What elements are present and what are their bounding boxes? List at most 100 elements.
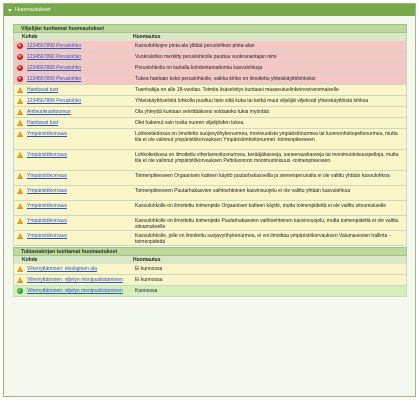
farmer-notes-table: × 1234567890 Peruslohko Kasvulohkojen pint…	[13, 41, 407, 246]
warning-icon: !	[16, 98, 23, 104]
huomautus-text: Ota yhteyttä kuntaan selvittääksesi void…	[135, 109, 269, 115]
kohde-cell: 1234567890 Peruslohko	[25, 96, 131, 106]
row-status-cell: !	[14, 264, 25, 274]
kohde-cell: Ympäristökorvaus	[25, 231, 131, 245]
kohde-link[interactable]: 1234567890 Peruslohko	[27, 43, 81, 49]
kohde-cell: 1234567890 Peruslohko	[25, 63, 131, 73]
kohde-link[interactable]: Antivuokrasitoumus	[27, 109, 71, 115]
error-icon: ×	[16, 43, 23, 49]
kohde-cell: 1234567890 Peruslohko	[25, 41, 131, 51]
warning-icon: !	[16, 203, 23, 209]
kohde-link[interactable]: 1234567890 Peruslohko	[27, 76, 81, 82]
kohde-link[interactable]: Viherryttäminen: viljelyn monipuolistami…	[27, 288, 123, 294]
huomautus-text: Tuenhakija on alle 18-vuotias. Toimita l…	[135, 87, 339, 93]
huomautus-text: Kasvulohkolle on ilmoitettu toimenpide O…	[135, 203, 386, 209]
table-row: ! Ympäristökorvaus Kasvulohkolle on ilmoit…	[13, 216, 407, 231]
table-row: × 1234567890 Peruslohko Kasvulohkojen pint…	[13, 41, 407, 52]
row-status-cell: !	[14, 171, 25, 185]
kohde-link[interactable]: Ympäristökorvaus	[27, 131, 67, 137]
kohde-link[interactable]: Ympäristökorvaus	[27, 152, 67, 158]
row-status-cell: ×	[14, 63, 25, 73]
warning-icon: !	[16, 188, 23, 194]
row-status-cell: !	[14, 96, 25, 106]
row-status-cell: !	[14, 216, 25, 230]
kohde-cell: Viherryttäminen: viljelyn monipuolistami…	[25, 286, 131, 296]
huomautus-text: Kunnossa	[135, 288, 158, 294]
row-status-cell: ✓	[14, 286, 25, 296]
row-status-cell: !	[14, 186, 25, 200]
table-row: ! Ympäristökorvaus Kasvulohkolle on ilmoit…	[13, 201, 407, 216]
warning-icon: !	[16, 218, 23, 224]
row-status-cell: !	[14, 201, 25, 215]
kohde-cell: Viherryttäminen: viljelyn monipuolistami…	[25, 275, 131, 285]
table-row: ! Ympäristökorvaus Kasvulohkolle, jolle on…	[13, 231, 407, 246]
warning-icon: !	[16, 87, 23, 93]
kohde-link[interactable]: Ympäristökorvaus	[27, 203, 67, 209]
kohde-link[interactable]: 1234567890 Peruslohko	[27, 65, 81, 71]
kohde-link[interactable]: 1234567890 Peruslohko	[27, 54, 81, 60]
col-header-huomautus: Huomautus	[133, 34, 161, 40]
row-status-cell: ×	[14, 52, 25, 62]
table-row: ! 1234567890 Peruslohko Yhteiskäyttöselvit…	[13, 96, 407, 107]
row-status-cell: !	[14, 150, 25, 170]
huomautus-text: Kasvulohkolle, jolle on ilmoitettu suoja…	[135, 233, 391, 246]
kohde-link[interactable]: Ympäristökorvaus	[27, 173, 67, 179]
kohde-cell: Ympäristökorvaus	[25, 150, 131, 170]
kohde-cell: Viherryttäminen: ekologinen ala	[25, 264, 131, 274]
kohde-link[interactable]: Ympäristökorvaus	[27, 218, 67, 224]
col-header-huomautus: Huomautus	[133, 257, 161, 263]
kohde-cell: Ympäristökorvaus	[25, 201, 131, 215]
kohde-link[interactable]: Haettavat tuet	[27, 87, 58, 93]
collapse-triangle-icon[interactable]	[8, 8, 12, 12]
panel-header[interactable]: Huomautukset	[4, 4, 415, 16]
row-status-cell: !	[14, 129, 25, 149]
warning-icon: !	[16, 131, 23, 137]
warning-icon: !	[16, 109, 23, 115]
col-header-kohde: Kohde	[22, 34, 38, 40]
notes-panel: Huomautukset Viljelijän tuottamat huomau…	[3, 3, 416, 397]
section-title-support-doc: Tukiasiakirjan tuottamat huomautukset	[13, 247, 407, 256]
kohde-cell: Ympäristökorvaus	[25, 186, 131, 200]
warning-icon: !	[16, 173, 23, 179]
kohde-link[interactable]: 1234567890 Peruslohko	[27, 98, 81, 104]
warning-icon: !	[16, 233, 23, 239]
kohde-link[interactable]: Haettavat tuet	[27, 120, 58, 126]
warning-icon: !	[16, 277, 23, 283]
huomautus-text: Toimenpiteeseen Orgaanisen katteen käytt…	[135, 173, 390, 179]
row-status-cell: ×	[14, 41, 25, 51]
table-header-farmer: Kohde Huomautus	[13, 33, 407, 41]
table-row: ! Viherryttäminen: ekologinen ala Ei kunno…	[13, 264, 407, 275]
support-doc-notes-table: ! Viherryttäminen: ekologinen ala Ei kunno…	[13, 264, 407, 297]
table-header-support-doc: Kohde Huomautus	[13, 256, 407, 264]
huomautus-text: Lohkotiedossa on ilmoitettu viherlannoit…	[135, 152, 399, 165]
col-header-kohde: Kohde	[22, 257, 38, 263]
error-icon: ×	[16, 76, 23, 82]
error-icon: ×	[16, 65, 23, 71]
kohde-link[interactable]: Ympäristökorvaus	[27, 188, 67, 194]
kohde-cell: Ympäristökorvaus	[25, 171, 131, 185]
huomautus-text: Ei kunnossa	[135, 277, 163, 283]
row-status-cell: !	[14, 275, 25, 285]
table-row: ! Antivuokrasitoumus Ota yhteyttä kuntaan …	[13, 107, 407, 118]
huomautus-text: Vuokralohko merkitty peruslohkolle puutt…	[135, 54, 277, 60]
huomautus-text: Yhteiskäyttöselvitä lohkolla puuttuu tie…	[135, 98, 369, 104]
kohde-cell: Antivuokrasitoumus	[25, 107, 131, 117]
table-row: ! Ympäristökorvaus Toimenpiteeseen Orgaani…	[13, 171, 407, 186]
table-row: × 1234567890 Peruslohko Peruslohkolla on k…	[13, 63, 407, 74]
row-status-cell: !	[14, 231, 25, 245]
kohde-cell: 1234567890 Peruslohko	[25, 74, 131, 84]
table-row: ✓ Viherryttäminen: viljelyn monipuolistam…	[13, 286, 407, 297]
kohde-link[interactable]: Viherryttäminen: ekologinen ala	[27, 266, 97, 272]
table-row: ! Ympäristökorvaus Toimenpiteeseen Puutarh…	[13, 186, 407, 201]
kohde-cell: Haettavat tuet	[25, 118, 131, 128]
table-row: ! Haettavat tuet Olet hakenut vain tosita …	[13, 118, 407, 129]
table-row: × 1234567890 Peruslohko Vuokralohko merkit…	[13, 52, 407, 63]
huomautus-text: Olet hakenut vain tosita nuoren viljelij…	[135, 120, 244, 126]
kohde-link[interactable]: Ympäristökorvaus	[27, 233, 67, 239]
warning-icon: !	[16, 266, 23, 272]
huomautus-text: Ei kunnossa	[135, 266, 163, 272]
kohde-cell: Ympäristökorvaus	[25, 216, 131, 230]
warning-icon: !	[16, 120, 23, 126]
kohde-link[interactable]: Viherryttäminen: viljelyn monipuolistami…	[27, 277, 123, 283]
huomautus-text: Kasvulohkojen pinta-ala ylittää perusloh…	[135, 43, 255, 49]
